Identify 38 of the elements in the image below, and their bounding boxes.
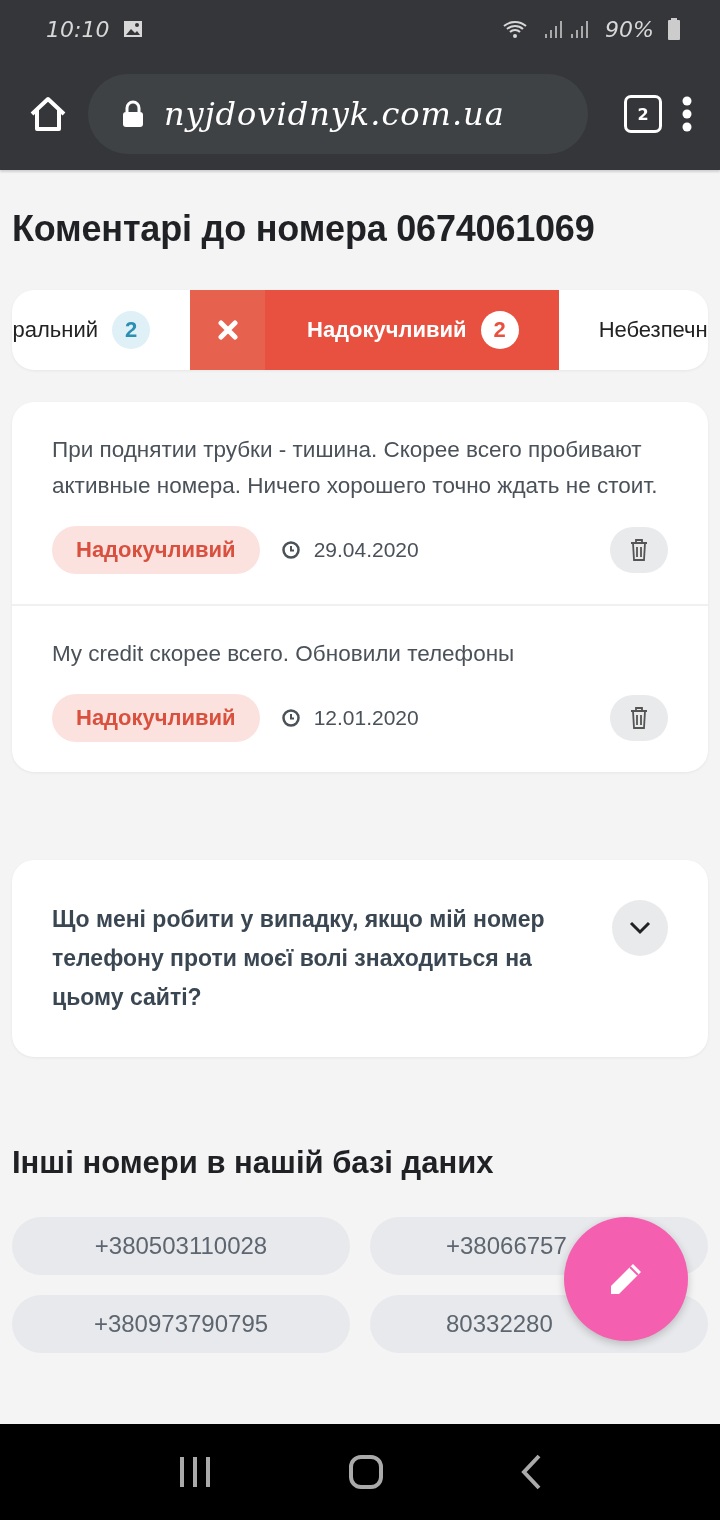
comment-date: 12.01.2020	[313, 706, 419, 730]
filter-tab[interactable]: ральний 2	[12, 290, 190, 370]
tab-count-button[interactable]: 2	[624, 95, 662, 133]
battery-percent: 90%	[605, 16, 654, 42]
comment-text: My credit скорее всего. Обновили телефоны	[52, 640, 516, 668]
clock-icon	[281, 541, 300, 559]
page-title: Коментарі до номера 0674061069	[12, 208, 596, 250]
phone-number-link[interactable]: +380503110028	[12, 1217, 350, 1275]
recent-apps-icon[interactable]	[178, 1455, 212, 1489]
filter-tab[interactable]: Небезпечн	[558, 290, 708, 370]
image-icon	[123, 20, 144, 38]
delete-button[interactable]	[610, 695, 668, 741]
comment-date: 29.04.2020	[313, 538, 419, 562]
trash-icon	[630, 707, 648, 729]
lock-icon	[122, 100, 144, 128]
delete-button[interactable]	[610, 527, 668, 573]
clock-icon	[281, 709, 300, 727]
address-bar[interactable]: nyjdovidnyk.com.ua	[88, 74, 588, 154]
section-title: Інші номери в нашій базі даних	[12, 1145, 495, 1181]
faq-question: Що мені робити у випадку, якщо мій номер телефону проти моєї волі знаходиться на цьому сайті?	[52, 905, 546, 1012]
count-badge: 2	[112, 311, 150, 349]
clock-time: 10:10	[46, 16, 110, 42]
trash-icon	[630, 539, 648, 561]
home-icon[interactable]	[348, 1454, 384, 1490]
battery-icon	[668, 18, 680, 40]
category-tag: Надокучливий	[52, 694, 260, 742]
filter-tab[interactable]: Надокучливий 2	[190, 290, 559, 370]
back-icon[interactable]	[520, 1454, 542, 1490]
close-icon[interactable]	[217, 320, 238, 340]
phone-number-link[interactable]: +380973790795	[12, 1295, 350, 1353]
home-icon[interactable]	[28, 94, 68, 134]
comment-text: При поднятии трубки - тишина. Скорее всего пробивают активные номера. Ничего хорошего точно ждать не стоит.	[52, 436, 659, 500]
menu-icon[interactable]	[682, 96, 692, 132]
count-badge: 2	[480, 311, 519, 349]
chevron-down-icon	[629, 921, 651, 935]
url-text: nyjdovidnyk.com.ua	[164, 95, 505, 133]
category-tag: Надокучливий	[52, 526, 260, 574]
expand-button[interactable]	[612, 900, 668, 956]
